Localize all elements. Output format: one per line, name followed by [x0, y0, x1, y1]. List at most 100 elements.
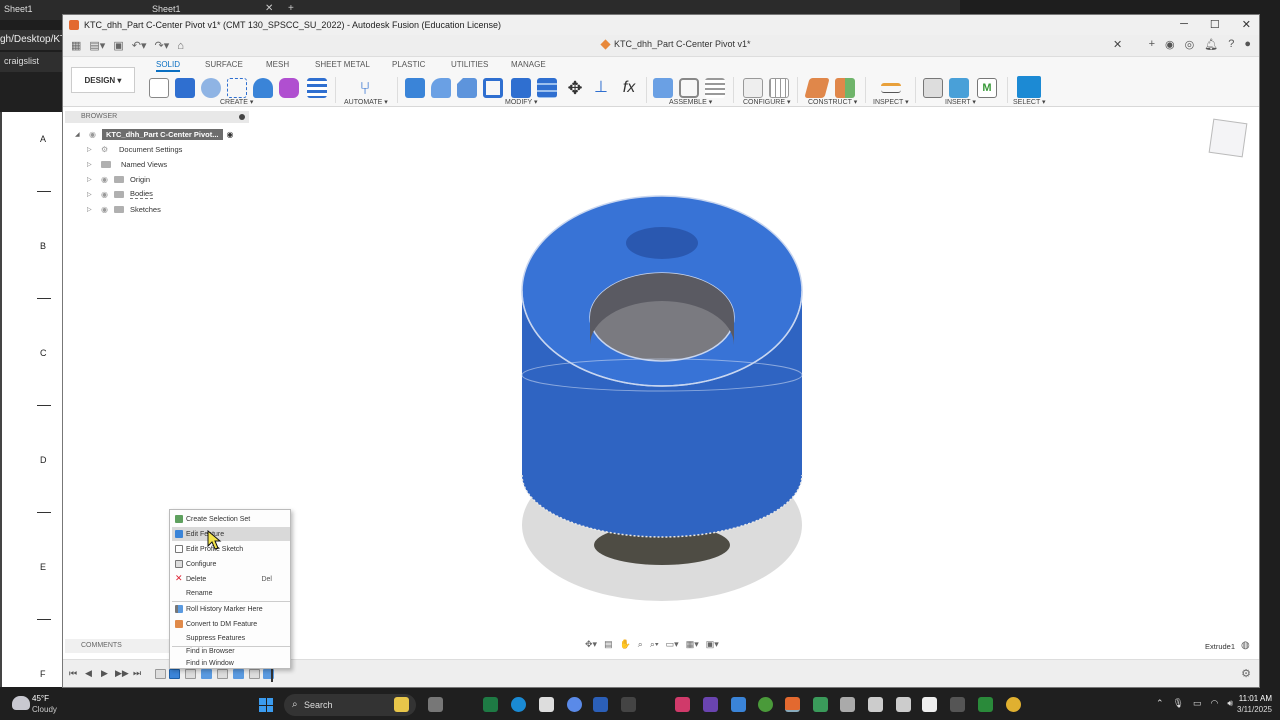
word-icon[interactable]	[593, 697, 608, 712]
menu-label: Delete	[186, 575, 207, 583]
timeline-sketch-chip[interactable]	[155, 669, 166, 679]
edit-feature-icon	[175, 530, 183, 538]
shield-app-icon[interactable]	[978, 697, 993, 712]
timeline-settings-gear-icon[interactable]: ⚙	[1241, 667, 1251, 680]
orbit-icon[interactable]: ✥▾	[585, 639, 597, 650]
taskbar-widget-icon[interactable]	[394, 697, 409, 712]
top-through-hole[interactable]	[626, 227, 698, 259]
tray-chevron-icon[interactable]: ⌃	[1156, 698, 1164, 709]
configure-icon	[175, 560, 183, 568]
display-icon[interactable]: ▭	[1193, 698, 1202, 709]
zoom-icon[interactable]: ⌕	[638, 639, 643, 650]
menu-item-rename[interactable]: Rename	[172, 586, 290, 600]
grid-settings-icon[interactable]: ▦▾	[686, 639, 699, 650]
weather-cloudy-icon[interactable]	[12, 696, 30, 710]
menu-item-find-in-window[interactable]: Find in Window	[172, 656, 290, 670]
timeline-extrude-chip[interactable]	[169, 669, 180, 679]
bookmark-label: craigslist	[4, 56, 40, 66]
menu-label: Configure	[186, 560, 217, 568]
lock-app-icon[interactable]	[813, 697, 828, 712]
background-drawing-sheet: A B C D E F	[0, 112, 66, 687]
background-address-bar[interactable]: gh/Desktop/KTC	[0, 30, 66, 50]
chrome-icon[interactable]	[1006, 697, 1021, 712]
selected-feature-status: Extrude1	[1205, 642, 1236, 651]
copilot-icon[interactable]	[567, 697, 582, 712]
menu-label: Rename	[186, 589, 213, 597]
microphone-icon[interactable]: 🎙︎	[1173, 698, 1184, 709]
background-dark-area	[0, 72, 66, 112]
g-app-icon[interactable]	[950, 697, 965, 712]
fusion-taskbar-icon[interactable]	[785, 697, 800, 712]
menu-label: Convert to DM Feature	[186, 620, 258, 628]
weather-condition[interactable]: Cloudy	[32, 705, 57, 714]
timeline-play-icon[interactable]: ▶	[101, 668, 108, 679]
green-app-icon[interactable]	[758, 697, 773, 712]
solidworks-icon[interactable]	[840, 697, 855, 712]
timeline-sketch-chip[interactable]	[217, 669, 228, 679]
timeline-end-icon[interactable]: ⏭	[133, 668, 141, 679]
timeline-back-icon[interactable]: ◀	[85, 668, 92, 679]
steam-icon[interactable]	[621, 697, 636, 712]
windows-start-icon[interactable]	[259, 698, 273, 712]
menu-item-suppress-features[interactable]: Suppress Features	[172, 631, 290, 645]
display-settings-icon[interactable]: ▭▾	[666, 639, 679, 650]
edge-icon[interactable]	[511, 697, 526, 712]
clock-date[interactable]: 3/11/2025	[1226, 705, 1272, 714]
background-tab-sheet1-active[interactable]: Sheet1	[152, 4, 181, 14]
edit-sketch-icon	[175, 545, 183, 553]
background-bookmark[interactable]: craigslist	[0, 52, 66, 72]
timeline-extrude-chip[interactable]	[201, 669, 212, 679]
zoom-window-icon[interactable]: ⌕▾	[650, 639, 659, 650]
search-icon: ⌕	[292, 699, 298, 710]
fusion-window: KTC_dhh_Part C-Center Pivot v1* (CMT 130…	[62, 14, 1260, 688]
system-tray: ⌃ 🎙︎ ▭ ◠ 🔊︎	[1156, 698, 1233, 709]
navigation-bar: ✥▾ ▤ ✋ ⌕ ⌕▾ ▭▾ ▦▾ ▣▾	[585, 639, 719, 650]
teams-icon[interactable]	[731, 697, 746, 712]
menu-label: Create Selection Set	[186, 515, 251, 523]
timeline-start-icon[interactable]: ⏮	[69, 668, 77, 679]
menu-item-delete[interactable]: ✕ Delete Del	[172, 572, 290, 586]
convert-icon	[175, 620, 183, 628]
background-tab-sheet1[interactable]: Sheet1	[4, 4, 33, 14]
sheet-tick	[37, 512, 51, 513]
menu-item-create-selection-set[interactable]: Create Selection Set	[172, 512, 290, 526]
timeline-forward-icon[interactable]: ▶▶	[115, 668, 129, 679]
windows-taskbar: 45°F Cloudy ⌕ Search ⌃ 🎙︎ ▭ ◠ 🔊︎ 11:01 A…	[0, 690, 1280, 720]
access-icon[interactable]	[675, 697, 690, 712]
menu-item-configure[interactable]: Configure	[172, 557, 290, 571]
fan-app-icon[interactable]	[868, 697, 883, 712]
context-menu: Create Selection Set Edit Feature Edit P…	[169, 509, 291, 669]
clock-time[interactable]: 11:01 AM	[1232, 694, 1272, 703]
excel-icon[interactable]	[483, 697, 498, 712]
mouse-cursor-icon	[207, 530, 222, 550]
menu-label: Find in Window	[186, 659, 234, 667]
close-tab-icon[interactable]: ✕	[265, 3, 273, 14]
text-commands-icon[interactable]: ◍	[1241, 640, 1250, 651]
sheet-row-letter: B	[40, 241, 47, 251]
look-at-icon[interactable]: ▤	[604, 639, 613, 650]
timeline-extrude-chip[interactable]	[233, 669, 244, 679]
store-icon[interactable]	[539, 697, 554, 712]
timeline-sketch-chip[interactable]	[185, 669, 196, 679]
sheet-row-letter: F	[40, 669, 46, 679]
menu-label: Roll History Marker Here	[186, 605, 263, 613]
network-icon[interactable]: ◠	[1211, 698, 1219, 709]
menu-item-convert-dm-feature[interactable]: Convert to DM Feature	[172, 617, 290, 631]
sheet-row-letter: E	[40, 562, 47, 572]
history-marker-icon	[175, 605, 183, 613]
search-placeholder: Search	[304, 700, 333, 710]
document-app-icon[interactable]	[896, 697, 911, 712]
pan-icon[interactable]: ✋	[620, 639, 631, 650]
new-tab-icon[interactable]: +	[288, 3, 294, 14]
task-view-icon[interactable]	[428, 697, 443, 712]
menu-item-edit-feature[interactable]: Edit Feature	[172, 527, 290, 541]
menu-label: Find in Browser	[186, 647, 235, 655]
weather-temperature[interactable]: 45°F	[32, 694, 49, 703]
file-app-icon[interactable]	[922, 697, 937, 712]
sheet-row-letter: A	[40, 134, 47, 144]
onenote-icon[interactable]	[703, 697, 718, 712]
menu-item-roll-history-marker[interactable]: Roll History Marker Here	[172, 602, 290, 616]
menu-item-edit-profile-sketch[interactable]: Edit Profile Sketch	[172, 542, 290, 556]
viewports-icon[interactable]: ▣▾	[706, 639, 719, 650]
timeline-sketch-chip[interactable]	[249, 669, 260, 679]
